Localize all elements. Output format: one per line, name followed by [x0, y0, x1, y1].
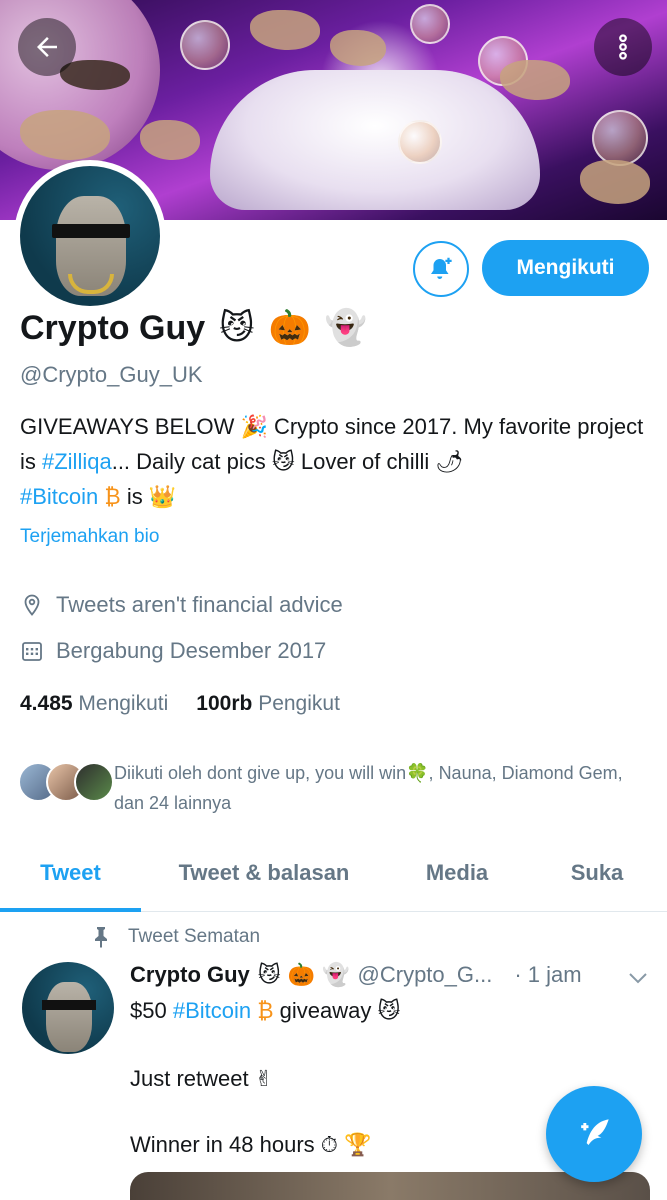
banner-helmet: [592, 110, 648, 166]
chevron-down-icon[interactable]: [626, 966, 650, 990]
name-emoji: 😼: [219, 308, 255, 348]
party-emoji: 🎉: [240, 415, 268, 440]
tweet-text-line: Just retweet ✌: [130, 1066, 274, 1091]
pinned-text: Tweet Sematan: [128, 926, 261, 947]
cat-emoji: 😼: [271, 450, 295, 475]
location-pin-icon: [24, 594, 40, 616]
tab-likes[interactable]: Suka: [527, 836, 667, 910]
tweet-author-handle[interactable]: @Crypto_G...: [358, 962, 493, 988]
calendar-icon: [22, 642, 42, 661]
followers-stat[interactable]: 100rb Pengikut: [196, 692, 340, 716]
profile-handle: @Crypto_Guy_UK: [20, 362, 203, 387]
pin-icon: [95, 927, 107, 948]
following-button[interactable]: Mengikuti: [482, 240, 649, 296]
followers-label: Pengikut: [258, 692, 340, 715]
pinned-tweet-label: Tweet Sematan: [92, 926, 260, 948]
tab-tweets[interactable]: Tweet: [0, 836, 141, 910]
bio-text: GIVEAWAYS BELOW: [20, 414, 241, 439]
bio-text: ... Daily cat pics: [111, 449, 272, 474]
back-button[interactable]: [18, 18, 76, 76]
active-tab-indicator: [0, 908, 141, 912]
back-arrow-icon: [37, 37, 57, 57]
crown-emoji: 👑: [148, 485, 177, 510]
banner-cat: [500, 60, 570, 100]
following-count: 4.485: [20, 692, 73, 715]
tweet-header: Crypto Guy 😼 🎃 👻 @Crypto_G... · 1 jam: [130, 962, 650, 988]
compose-tweet-icon: [581, 1119, 609, 1145]
more-vertical-icon: [619, 34, 627, 60]
follower-avatars: [18, 760, 114, 804]
tweet-text: giveaway 😼: [273, 998, 401, 1023]
profile-stats: 4.485 Mengikuti 100rb Pengikut: [20, 692, 340, 716]
hashtag-link[interactable]: #Bitcoin: [173, 998, 251, 1023]
followers-count: 100rb: [196, 692, 253, 715]
compose-tweet-button[interactable]: [546, 1086, 642, 1182]
avatar-image: [20, 166, 160, 306]
banner-cat: [140, 120, 200, 160]
tweet-author-avatar[interactable]: [22, 962, 114, 1054]
bell-plus-icon: [431, 257, 452, 279]
profile-name: Crypto Guy 😼 🎃 👻: [20, 308, 367, 348]
avatar-sunglasses: [42, 1000, 96, 1010]
profile-location: Tweets aren't financial advice: [20, 592, 343, 618]
tweet-text-line: Winner in 48 hours ⏱ 🏆: [130, 1132, 372, 1157]
tweet-text: $50: [130, 998, 173, 1023]
banner-cat: [250, 10, 320, 50]
profile-name-text: Crypto Guy: [20, 308, 206, 347]
hashtag-link[interactable]: #Bitcoin: [20, 484, 98, 509]
tweet-author-emojis: 😼 🎃 👻: [257, 962, 350, 988]
bio-text: is: [120, 484, 149, 509]
profile-tabs: Tweet Tweet & balasan Media Suka: [0, 836, 667, 912]
avatar-cat: [46, 982, 92, 1052]
bitcoin-emoji: ₿: [104, 485, 121, 510]
location-text: Tweets aren't financial advice: [56, 592, 343, 617]
followed-by-section[interactable]: Diikuti oleh dont give up, you will win🍀…: [18, 760, 623, 813]
name-emoji: 👻: [324, 308, 368, 348]
following-stat[interactable]: 4.485 Mengikuti: [20, 692, 168, 716]
avatar-sunglasses: [52, 224, 130, 238]
banner-helmet: [410, 4, 450, 44]
banner-helmet: [180, 20, 230, 70]
tweet-time: · 1 jam: [514, 962, 582, 987]
tab-tweets-replies[interactable]: Tweet & balasan: [141, 836, 387, 910]
banner-helmet: [398, 120, 442, 164]
banner-car: [210, 70, 540, 210]
name-emoji: 🎃: [268, 308, 311, 348]
chilli-emoji: 🌶: [435, 450, 464, 475]
bitcoin-emoji: ₿: [257, 999, 274, 1024]
translate-bio-link[interactable]: Terjemahkan bio: [20, 526, 159, 548]
tweet-text-line: $50 #Bitcoin ₿ giveaway 😼: [130, 998, 400, 1024]
profile-joined: Bergabung Desember 2017: [20, 638, 326, 664]
following-label: Mengikuti: [78, 692, 169, 715]
profile-avatar[interactable]: [14, 160, 166, 312]
banner-cat: [580, 160, 650, 204]
avatar: [74, 762, 114, 802]
hashtag-link[interactable]: #Zilliqa: [42, 449, 112, 474]
joined-text: Bergabung Desember 2017: [56, 638, 327, 663]
profile-bio: GIVEAWAYS BELOW 🎉 Crypto since 2017. My …: [20, 410, 650, 515]
tab-media[interactable]: Media: [387, 836, 527, 910]
bio-text: Lover of chilli: [294, 449, 436, 474]
notification-bell-button[interactable]: [413, 241, 469, 297]
tweet-author-name[interactable]: Crypto Guy: [130, 962, 250, 988]
followed-by-text: Diikuti oleh dont give up, you will win🍀…: [114, 763, 623, 813]
more-options-button[interactable]: [594, 18, 652, 76]
